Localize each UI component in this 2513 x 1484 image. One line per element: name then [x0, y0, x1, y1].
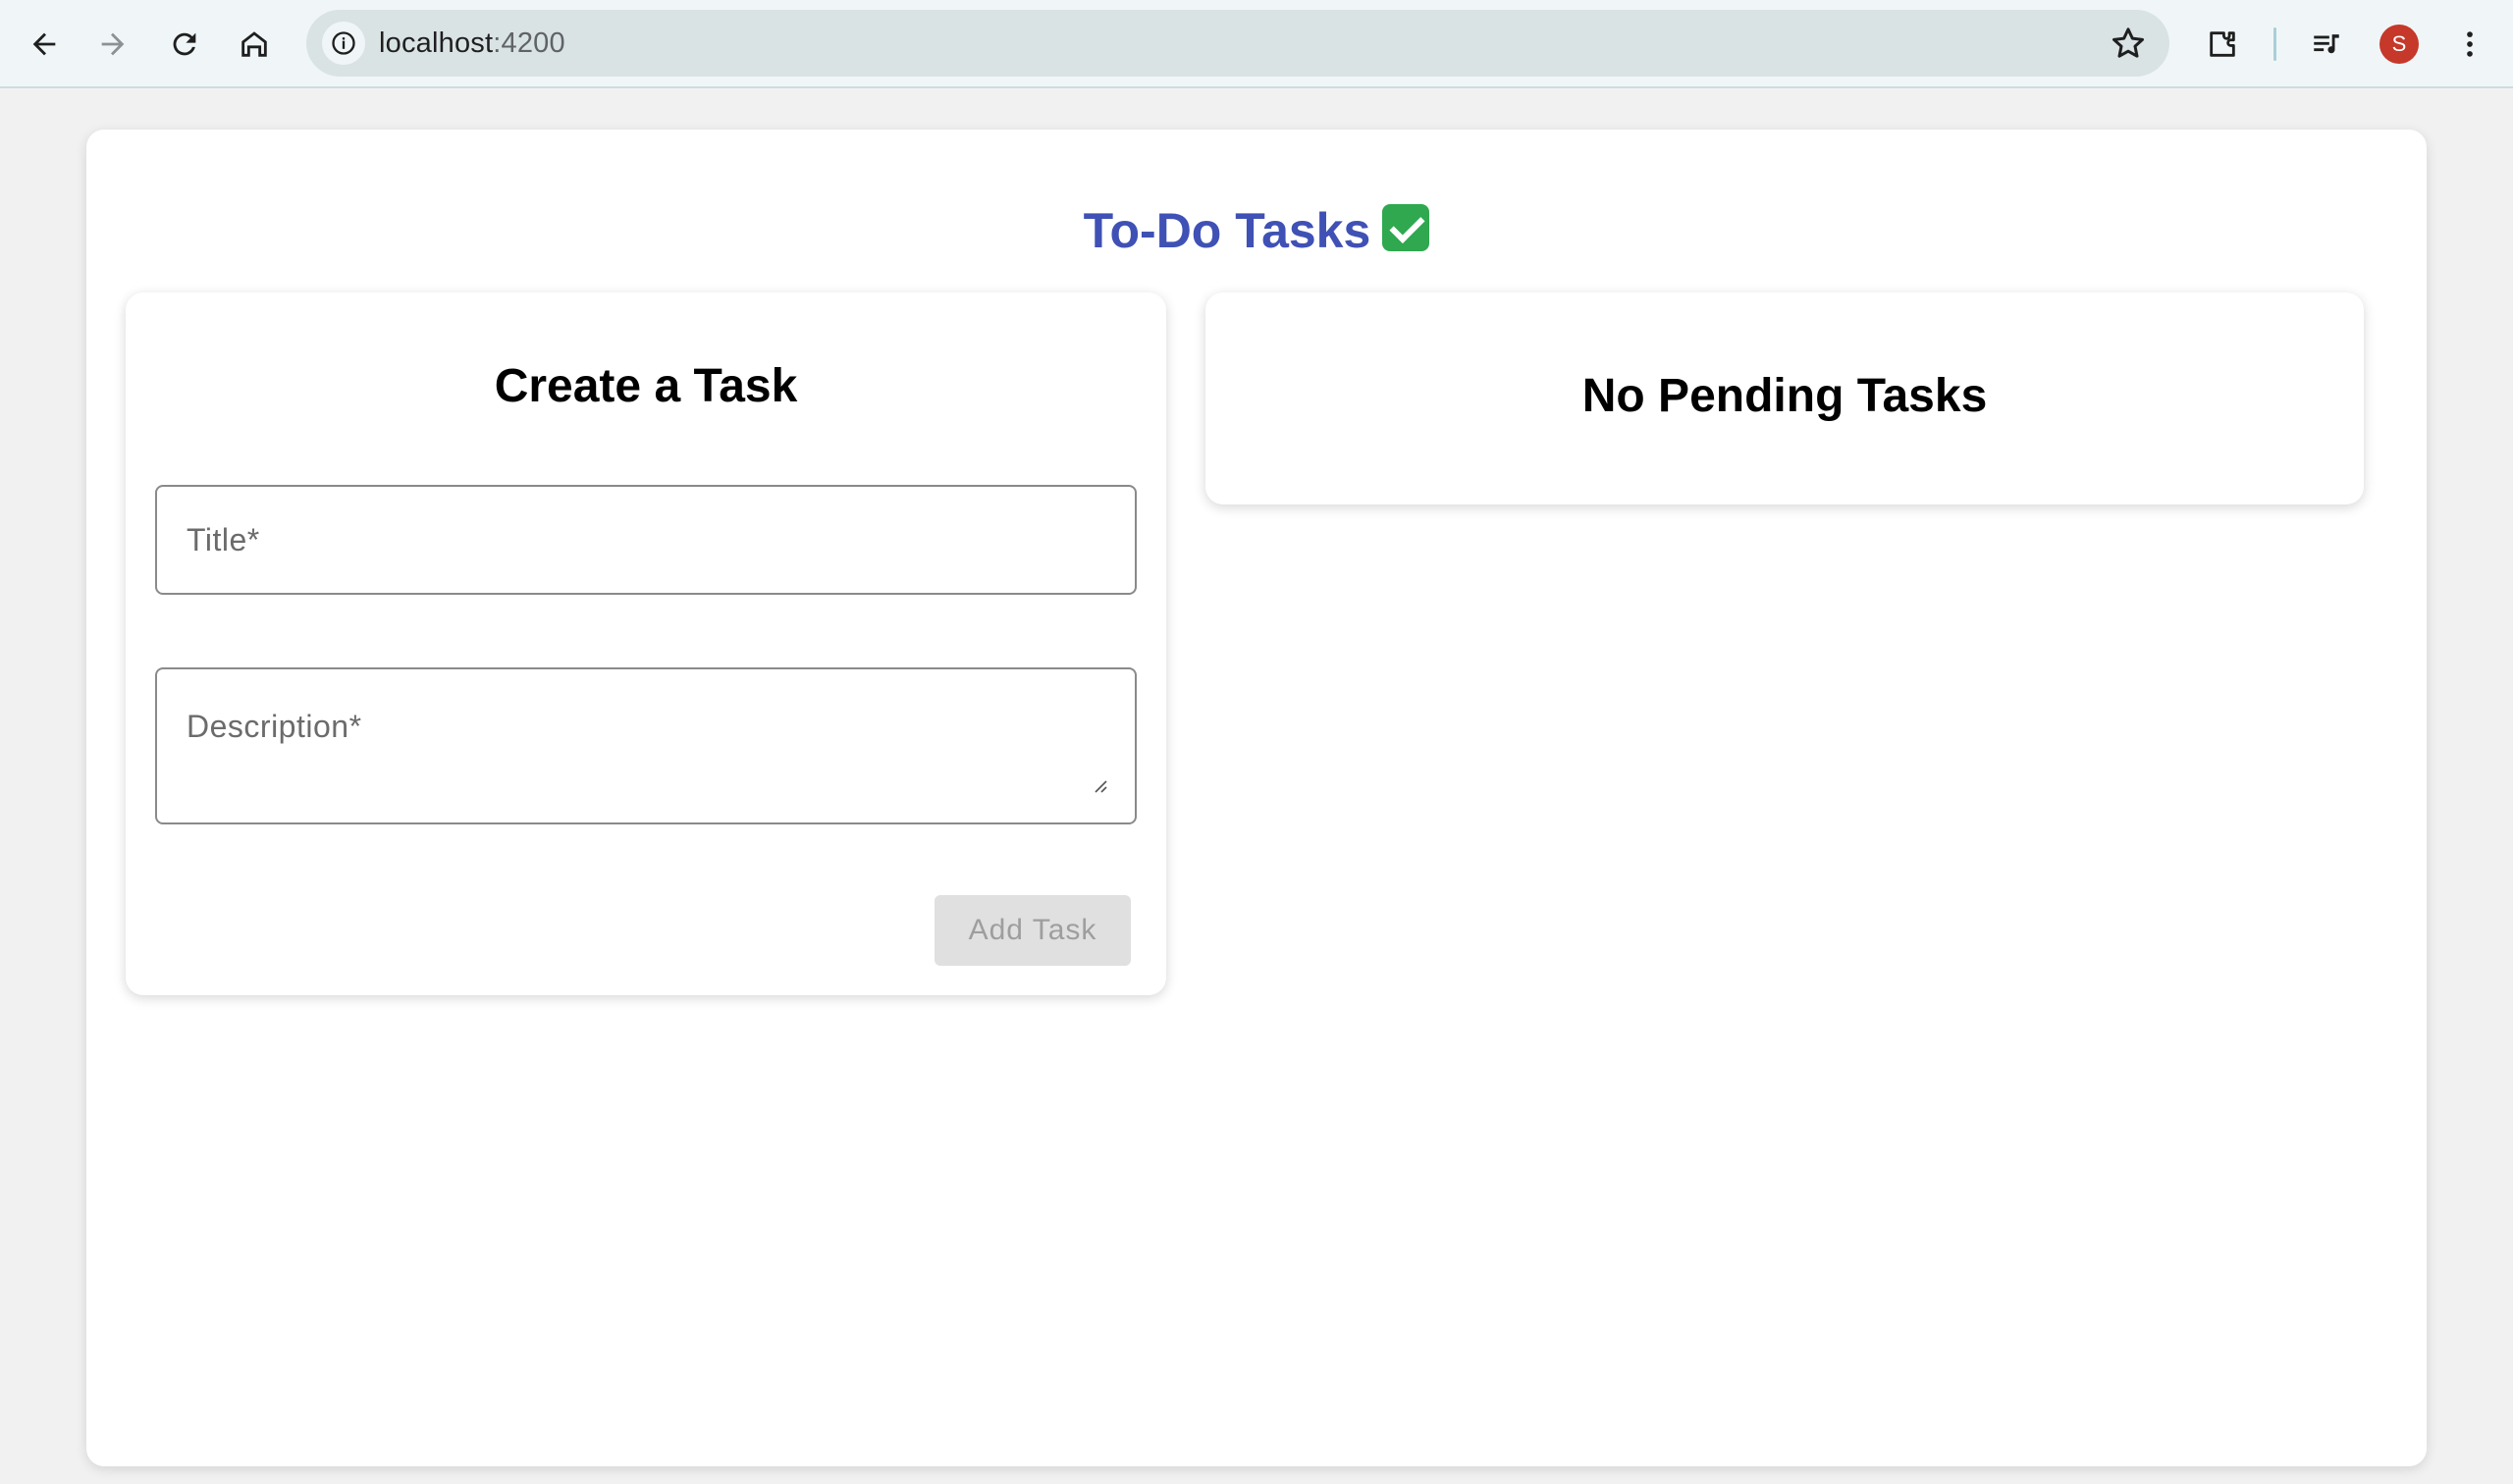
description-field[interactable]: [155, 667, 1137, 824]
resize-grip-icon[interactable]: [1092, 777, 1107, 793]
forward-arrow-icon: [101, 32, 125, 56]
page-title-text: To-Do Tasks: [1083, 203, 1371, 258]
back-button[interactable]: [17, 17, 72, 72]
check-mark-emoji-icon: [1382, 204, 1430, 251]
description-input[interactable]: [157, 669, 1135, 822]
create-task-heading: Create a Task: [494, 360, 798, 412]
page-title: To-Do Tasks: [86, 202, 2427, 259]
media-controls-icon: [2314, 34, 2339, 54]
title-input[interactable]: [157, 487, 1135, 593]
app-container: To-Do Tasks Create a Task Add Task No Pe…: [86, 130, 2427, 1466]
browser-menu-button[interactable]: [2442, 17, 2497, 72]
extensions-icon: [2210, 31, 2235, 57]
profile-avatar[interactable]: S: [2379, 25, 2419, 64]
pending-tasks-card: No Pending Tasks: [1205, 292, 2364, 504]
star-icon[interactable]: [2109, 24, 2148, 63]
url-port: :4200: [493, 27, 565, 59]
browser-toolbar: localhost:4200 S: [0, 0, 2513, 88]
more-vert-icon: [2467, 31, 2473, 57]
home-icon: [241, 31, 267, 57]
add-task-button[interactable]: Add Task: [935, 895, 1131, 966]
reload-button[interactable]: [157, 17, 212, 72]
extensions-button[interactable]: [2195, 17, 2250, 72]
site-info-button[interactable]: [322, 22, 365, 65]
forward-button[interactable]: [85, 17, 140, 72]
title-field[interactable]: [155, 485, 1137, 595]
back-arrow-icon: [32, 32, 56, 56]
toolbar-divider: [2273, 27, 2276, 61]
info-icon: [332, 31, 355, 55]
no-pending-tasks-heading: No Pending Tasks: [1581, 370, 1988, 422]
reload-icon: [173, 32, 196, 56]
media-controls-button[interactable]: [2299, 17, 2354, 72]
address-bar[interactable]: localhost:4200: [306, 10, 2169, 77]
create-task-card: Create a Task Add Task: [126, 292, 1166, 995]
url-text[interactable]: localhost:4200: [379, 27, 565, 60]
url-host: localhost: [379, 27, 494, 59]
home-button[interactable]: [227, 17, 282, 72]
